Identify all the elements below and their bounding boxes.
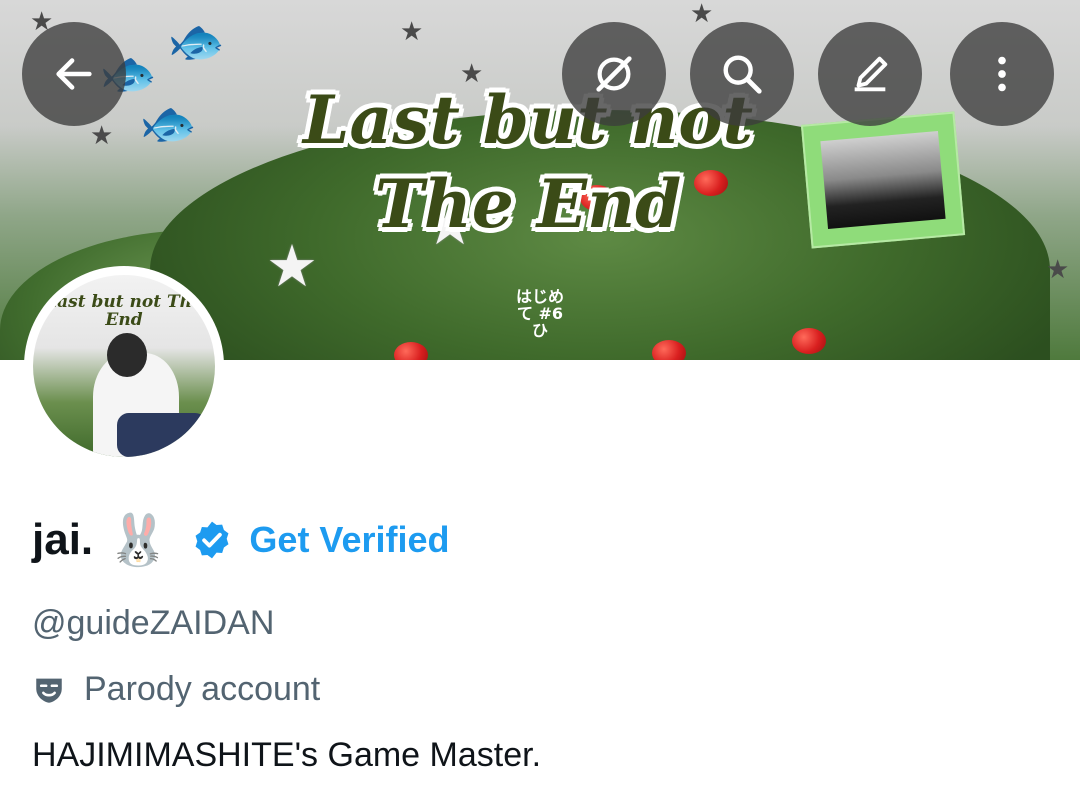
star-decoration: ★ [90, 120, 114, 150]
avatar-image: Last but not The End [33, 275, 215, 457]
search-icon [723, 55, 762, 94]
star-decoration: ★ [266, 234, 318, 299]
avatar-caption: Last but not The End [45, 292, 203, 330]
user-handle: @guideZAIDAN [32, 604, 275, 642]
avatar-legs [117, 413, 207, 457]
edit-icon [854, 56, 888, 92]
banner-photo-frame [800, 111, 966, 249]
parody-label-row: Parody account [32, 670, 320, 709]
search-button[interactable] [690, 22, 794, 126]
edit-button[interactable] [818, 22, 922, 126]
back-arrow-icon [56, 58, 92, 90]
banner-photo [820, 131, 946, 229]
display-name: jai. [32, 515, 94, 564]
avatar[interactable]: Last but not The End [24, 266, 224, 466]
goldfish-decoration: 🐟 [140, 97, 198, 149]
apple-ornament [792, 328, 826, 354]
profile-bio: HAJIMIMASHITE's Game Master. [32, 736, 542, 774]
parody-account-label: Parody account [84, 670, 321, 708]
theater-mask-icon [36, 678, 62, 703]
goldfish-decoration: 🐟 [168, 15, 226, 67]
back-button[interactable] [22, 22, 126, 126]
grok-icon [596, 56, 632, 92]
star-decoration: ★ [400, 16, 424, 46]
star-decoration: ★ [1046, 254, 1070, 284]
name-row: jai. 🐰 Get Verified [32, 512, 450, 568]
more-vertical-icon [998, 56, 1006, 92]
apple-ornament [652, 340, 686, 360]
verified-badge-icon[interactable] [191, 519, 233, 561]
avatar-head [107, 333, 147, 377]
banner-subtitle: はじめて #6ひ [515, 287, 564, 340]
star-decoration: ★ [690, 0, 714, 28]
grok-button[interactable] [562, 22, 666, 126]
rabbit-emoji: 🐰 [107, 512, 170, 568]
get-verified-link[interactable]: Get Verified [249, 519, 449, 561]
more-button[interactable] [950, 22, 1054, 126]
